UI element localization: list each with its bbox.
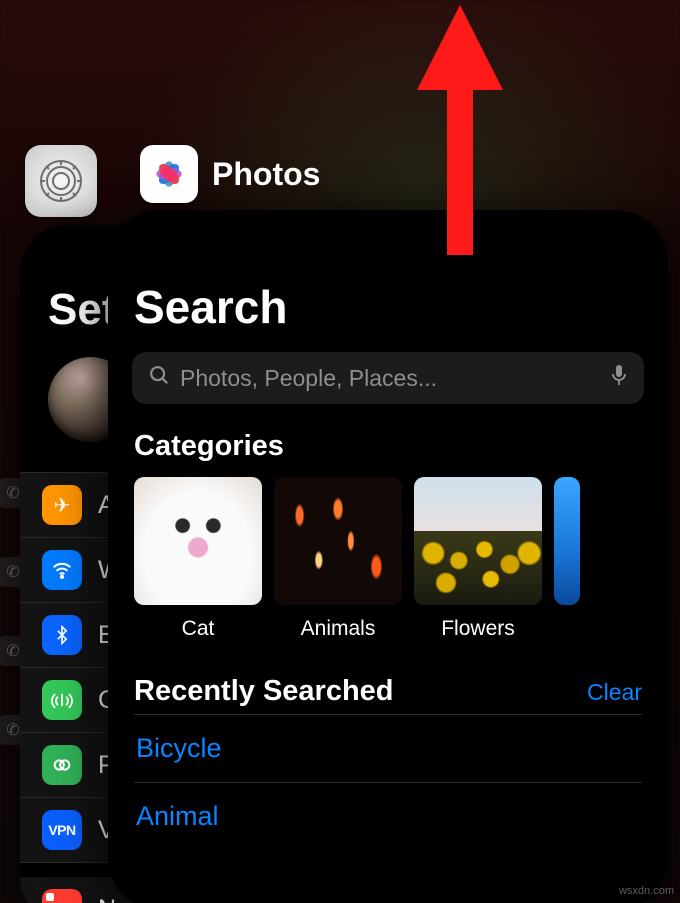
dictation-icon[interactable] — [610, 364, 628, 392]
vpn-icon: VPN — [42, 810, 82, 850]
airplane-icon: ✈ — [42, 485, 82, 525]
category-thumbnail — [134, 477, 262, 605]
category-thumbnail — [274, 477, 402, 605]
photos-search-input[interactable] — [180, 365, 600, 392]
categories-heading: Categories — [108, 430, 668, 477]
search-icon — [148, 364, 170, 392]
watermark: wsxdn.com — [619, 885, 674, 897]
hotspot-icon — [42, 745, 82, 785]
cellular-icon — [42, 680, 82, 720]
categories-row[interactable]: Cat Animals Flowers — [108, 477, 668, 651]
category-item-more[interactable] — [554, 477, 580, 641]
category-thumbnail — [554, 477, 580, 605]
category-label: Animals — [301, 617, 376, 641]
notifications-icon — [42, 889, 82, 903]
photos-search-field[interactable] — [132, 352, 644, 404]
category-label: Cat — [182, 617, 215, 641]
photos-app-icon — [140, 145, 198, 203]
app-switcher-photos-title: Photos — [212, 156, 320, 193]
category-thumbnail — [414, 477, 542, 605]
category-label: Flowers — [441, 617, 515, 641]
photos-search-title: Search — [108, 280, 668, 352]
clear-recent-button[interactable]: Clear — [587, 679, 642, 706]
category-item-animals[interactable]: Animals — [274, 477, 402, 641]
category-item-cat[interactable]: Cat — [134, 477, 262, 641]
app-switcher-card-photos[interactable]: Search Categories Cat Animals — [108, 210, 668, 903]
category-item-flowers[interactable]: Flowers — [414, 477, 542, 641]
wifi-icon — [42, 550, 82, 590]
recently-searched-heading: Recently Searched — [134, 675, 394, 708]
bluetooth-icon — [42, 615, 82, 655]
recently-searched-list: Bicycle Animal — [108, 714, 668, 850]
app-switcher-photos-header: Photos — [140, 145, 320, 203]
app-switcher-settings-header — [25, 145, 97, 217]
settings-app-icon — [25, 145, 97, 217]
recent-search-item[interactable]: Animal — [134, 782, 642, 850]
recent-search-item[interactable]: Bicycle — [134, 714, 642, 782]
